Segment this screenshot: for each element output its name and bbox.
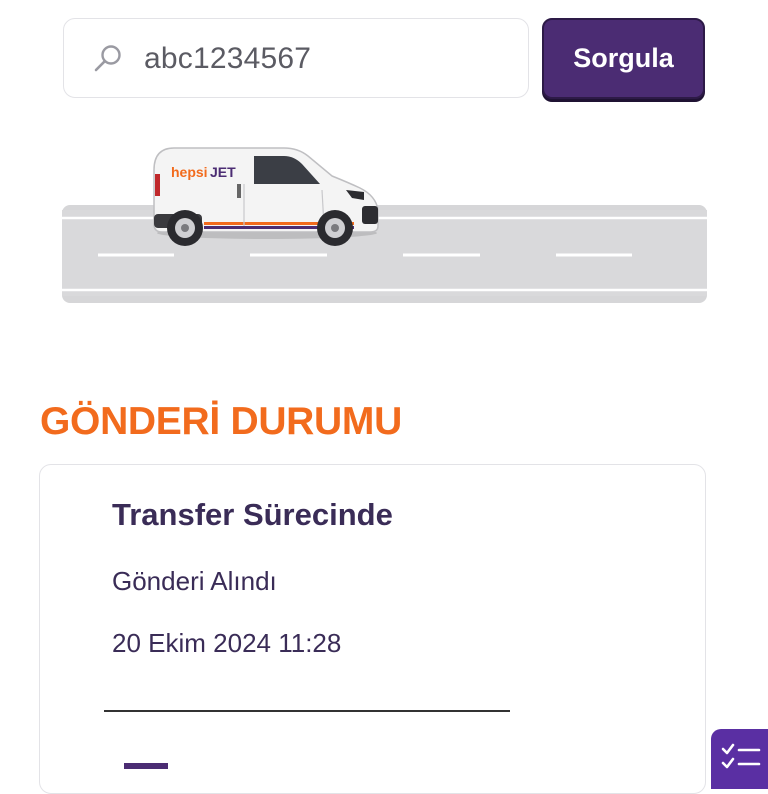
- status-heading: Transfer Sürecinde: [112, 497, 393, 532]
- timeline-icon: [124, 763, 168, 769]
- status-date: 20 Ekim 2024 11:28: [112, 628, 342, 658]
- search-icon: [92, 43, 124, 75]
- brand-logo-text: hepsi: [171, 164, 208, 180]
- delivery-van-illustration: hepsi JET: [62, 140, 707, 305]
- checklist-icon: [721, 743, 761, 769]
- card-divider: [104, 710, 510, 712]
- tracking-number-value: abc1234567: [144, 42, 312, 75]
- shipment-status-title: GÖNDERİ DURUMU: [40, 400, 402, 443]
- checklist-button[interactable]: [711, 729, 768, 789]
- tracking-search-input[interactable]: abc1234567: [63, 18, 529, 98]
- status-event: Gönderi Alındı: [112, 566, 277, 596]
- brand-logo-text-jet: JET: [210, 164, 236, 180]
- status-card: Transfer Sürecinde Gönderi Alındı 20 Eki…: [39, 464, 706, 794]
- query-button[interactable]: Sorgula: [542, 18, 705, 99]
